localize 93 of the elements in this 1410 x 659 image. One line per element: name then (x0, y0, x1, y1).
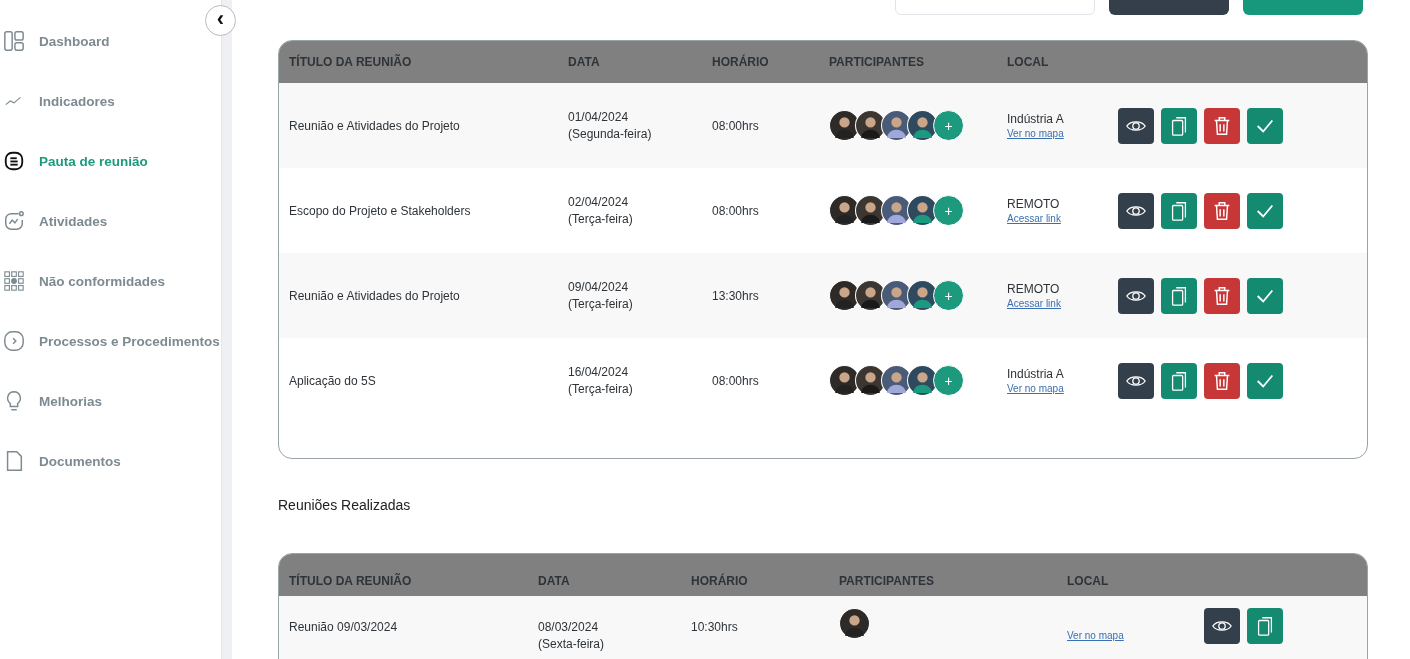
sidebar-item[interactable]: Atividades (0, 191, 112, 251)
sidebar-item[interactable]: Pauta de reunião (0, 131, 152, 191)
section-heading: Reuniões Realizadas (278, 497, 412, 513)
add-participant-button[interactable]: + (933, 110, 964, 141)
delete-button[interactable] (1204, 362, 1240, 399)
location-link[interactable]: Acessar link (1007, 213, 1118, 224)
avatar-icon (829, 280, 860, 311)
column-header: DATA (568, 55, 601, 69)
avatar-icon (907, 195, 938, 226)
column-header: HORÁRIO (691, 572, 749, 588)
column-header: TÍTULO DA REUNIÃO (289, 572, 413, 588)
view-button[interactable] (1118, 277, 1154, 314)
location-link[interactable]: Acessar link (1007, 298, 1118, 309)
sidebar-item[interactable]: Não conformidades (0, 251, 170, 311)
meeting-weekday: (Segunda-feira) (568, 127, 653, 141)
column-header: LOCAL (1007, 55, 1050, 69)
column-header: LOCAL (1067, 573, 1110, 588)
copy-button[interactable] (1161, 362, 1197, 399)
view-button[interactable] (1118, 192, 1154, 229)
delete-button[interactable] (1204, 192, 1240, 229)
column-header: TÍTULO DA REUNIÃO (289, 55, 413, 69)
meeting-time: 13:30hrs (712, 288, 759, 303)
confirm-button[interactable] (1247, 362, 1283, 399)
location-link[interactable]: Ver no mapa (1067, 630, 1204, 641)
avatar-icon (839, 608, 870, 639)
location-name: REMOTO (1007, 282, 1061, 296)
view-button[interactable] (1118, 107, 1154, 144)
avatar-icon (881, 365, 912, 396)
location-name: Indústria A (1007, 367, 1065, 381)
copy-button[interactable] (1161, 107, 1197, 144)
add-participant-button[interactable]: + (933, 365, 964, 396)
meeting-weekday: (Terça-feira) (568, 382, 634, 396)
meeting-title: Reunião 09/03/2024 (289, 620, 398, 634)
column-header: PARTICIPANTES (839, 573, 935, 588)
meeting-time: 10:30hrs (691, 620, 738, 634)
meeting-date: 08/03/2024 (538, 620, 600, 634)
confirm-button[interactable] (1247, 192, 1283, 229)
column-header: DATA (538, 573, 571, 588)
avatar-icon (881, 195, 912, 226)
confirm-button[interactable] (1247, 277, 1283, 314)
meeting-date: 02/04/2024 (568, 195, 630, 209)
avatar-icon (907, 110, 938, 141)
sidebar-item[interactable]: Indicadores (0, 71, 119, 131)
meeting-date: 16/04/2024 (568, 365, 630, 379)
location-link[interactable]: Ver no mapa (1007, 128, 1118, 139)
location-name: Indústria A (1007, 112, 1065, 126)
avatar-icon (855, 195, 886, 226)
meeting-date: 01/04/2024 (568, 110, 630, 124)
avatar-icon (907, 280, 938, 311)
avatar-icon (855, 280, 886, 311)
avatar-icon (855, 110, 886, 141)
sidebar-item[interactable]: Melhorias (0, 371, 107, 431)
meeting-title: Aplicação do 5S (289, 373, 376, 388)
meeting-weekday: (Terça-feira) (568, 297, 634, 311)
avatar-icon (881, 280, 912, 311)
meeting-time: 08:00hrs (712, 118, 759, 133)
meeting-title: Reunião e Atividades do Projeto (289, 118, 460, 133)
add-participant-button[interactable]: + (933, 195, 964, 226)
view-button[interactable] (1118, 362, 1154, 399)
dashboard-icon (3, 30, 25, 52)
delete-button[interactable] (1204, 107, 1240, 144)
meeting-date: 09/04/2024 (568, 280, 630, 294)
location-name: REMOTO (1007, 197, 1061, 211)
location-link[interactable]: Ver no mapa (1007, 383, 1118, 394)
activity-icon (3, 210, 25, 232)
avatar-icon (829, 195, 860, 226)
avatar-icon (907, 365, 938, 396)
meeting-weekday: (Terça-feira) (568, 212, 634, 226)
process-icon (3, 330, 25, 352)
sidebar-item[interactable]: Dashboard (0, 11, 114, 71)
column-header: HORÁRIO (712, 55, 770, 69)
meeting-title: Escopo do Projeto e Stakeholders (289, 203, 471, 218)
meeting-time: 08:00hrs (712, 203, 759, 218)
view-button[interactable] (1204, 608, 1240, 644)
avatar-icon (881, 110, 912, 141)
delete-button[interactable] (1204, 277, 1240, 314)
meeting-time: 08:00hrs (712, 373, 759, 388)
copy-button[interactable] (1161, 277, 1197, 314)
avatar-icon (829, 110, 860, 141)
sidebar-item[interactable]: Processos e Procedimentos (0, 311, 224, 371)
grid-icon (3, 270, 25, 292)
column-header: PARTICIPANTES (829, 55, 925, 69)
collapse-button[interactable]: ‹ (205, 5, 236, 36)
meeting-title: Reunião e Atividades do Projeto (289, 288, 460, 303)
copy-button[interactable] (1161, 192, 1197, 229)
copy-button[interactable] (1247, 608, 1283, 644)
add-participant-button[interactable]: + (933, 280, 964, 311)
meeting-weekday: (Sexta-feira) (538, 637, 606, 651)
agenda-icon (3, 150, 25, 172)
confirm-button[interactable] (1247, 107, 1283, 144)
avatar-icon (829, 365, 860, 396)
sidebar-item[interactable]: Documentos (0, 431, 125, 491)
avatar-icon (855, 365, 886, 396)
